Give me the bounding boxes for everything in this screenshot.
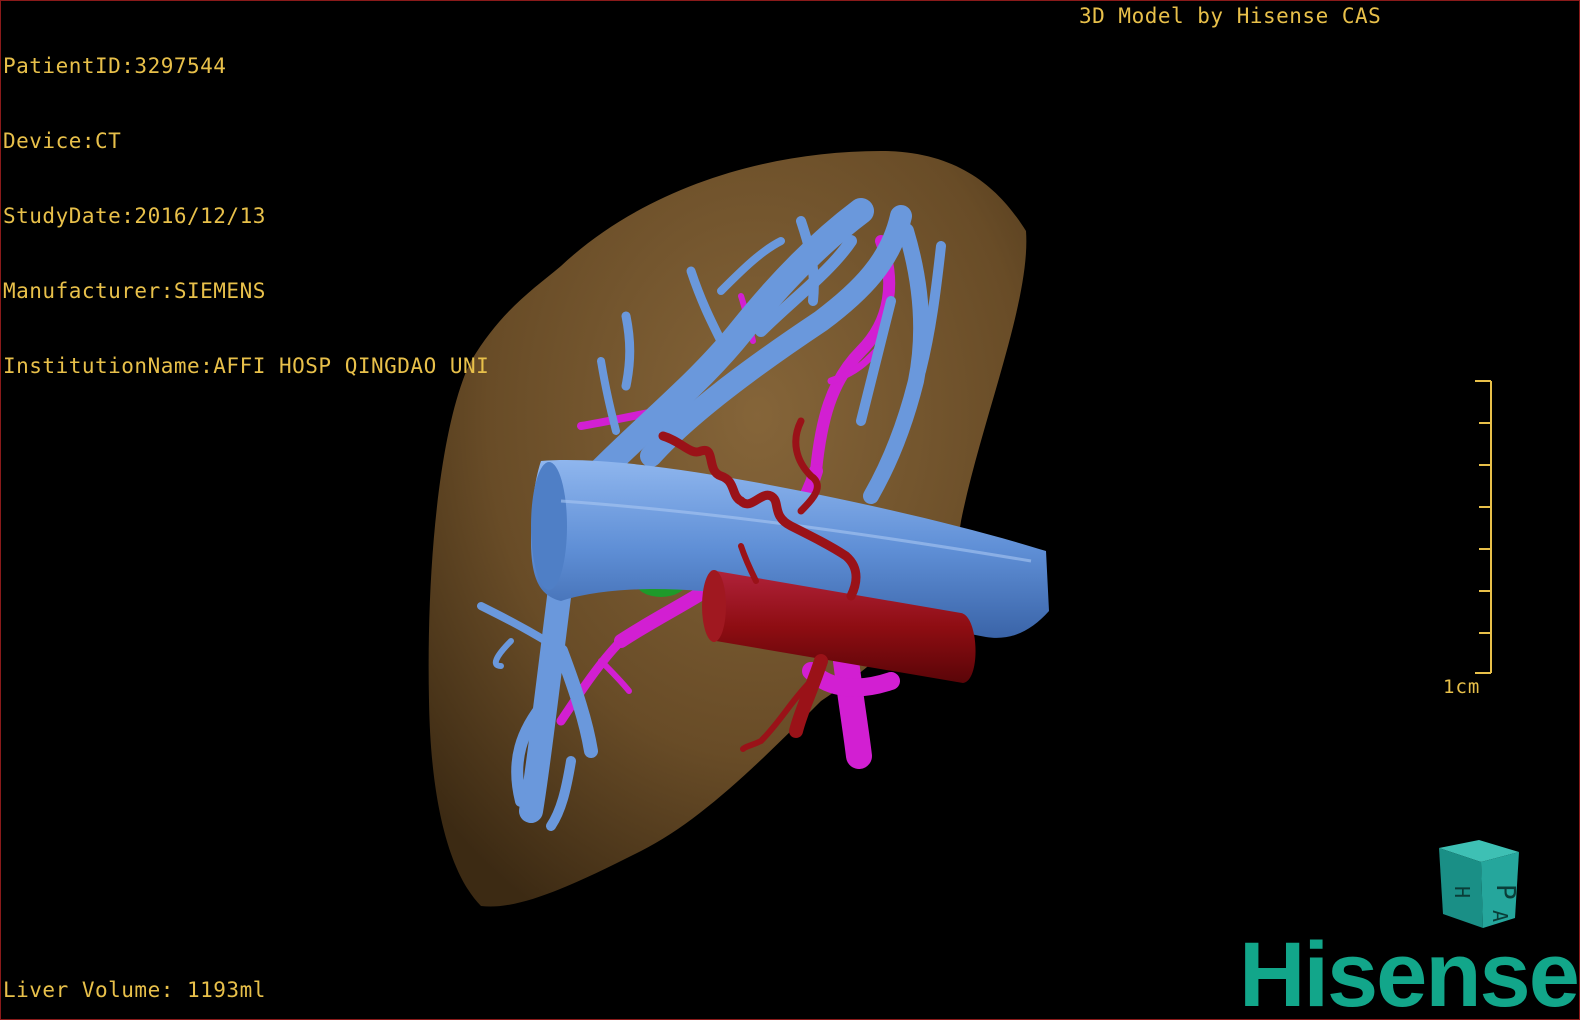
cube-face-right-label: A <box>1488 910 1512 922</box>
patient-info-overlay: PatientID:3297544 Device:CT StudyDate:20… <box>3 4 489 429</box>
cube-face-left-label: H <box>1450 886 1474 898</box>
model-title-text: 3D Model by Hisense CAS <box>1079 4 1382 28</box>
scale-bar-label: 1cm <box>1443 676 1481 698</box>
orientation-cube-icon[interactable]: P H A <box>1421 836 1531 936</box>
patient-id-text: PatientID:3297544 <box>3 54 227 78</box>
manufacturer-text: Manufacturer:SIEMENS <box>3 279 266 303</box>
study-date-text: StudyDate:2016/12/13 <box>3 204 266 228</box>
liver-volume-text: Liver Volume: 1193ml <box>3 978 266 1002</box>
device-text: Device:CT <box>3 129 122 153</box>
institution-text: InstitutionName:AFFI HOSP QINGDAO UNI <box>3 354 490 378</box>
scale-bar <box>1475 380 1492 674</box>
3d-viewport[interactable]: PatientID:3297544 Device:CT StudyDate:20… <box>0 0 1580 1020</box>
hisense-logo: Hisense <box>1239 924 1579 1020</box>
cube-face-top-label: P <box>1490 884 1520 900</box>
